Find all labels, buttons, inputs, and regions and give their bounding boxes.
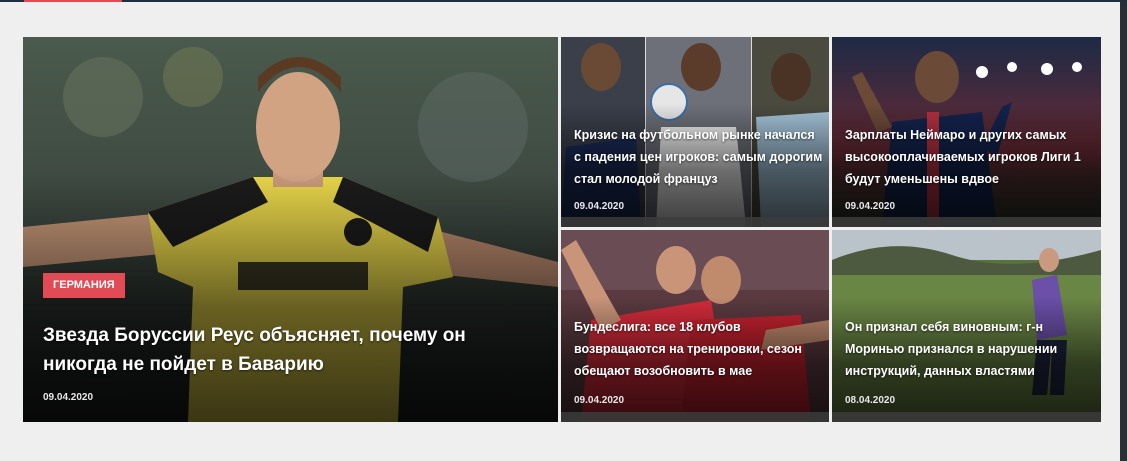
featured-article-card[interactable]: ГЕРМАНИЯ Звезда Боруссии Реус объясняет,…: [23, 37, 558, 422]
featured-article-title[interactable]: Звезда Боруссии Реус объясняет, почему о…: [43, 321, 543, 379]
card-bottom-bar: [561, 412, 829, 422]
card-bottom-bar: [832, 217, 1101, 227]
featured-article-date: 09.04.2020: [43, 392, 94, 403]
category-tag[interactable]: ГЕРМАНИЯ: [43, 273, 125, 298]
article-card[interactable]: Зарплаты Неймаро и других самых высокооп…: [832, 37, 1101, 227]
article-date: 09.04.2020: [574, 395, 625, 406]
article-card[interactable]: Бундеслига: все 18 клубов возвращаются н…: [561, 230, 829, 422]
article-title[interactable]: Зарплаты Неймаро и других самых высокооп…: [845, 124, 1095, 190]
article-card[interactable]: Он признал себя виновным: г-н Моринью пр…: [832, 230, 1101, 422]
article-title[interactable]: Бундеслига: все 18 клубов возвращаются н…: [574, 316, 824, 382]
article-date: 09.04.2020: [845, 201, 896, 212]
article-card[interactable]: Кризис на футбольном рынке начался с пад…: [561, 37, 829, 227]
article-date: 08.04.2020: [845, 395, 896, 406]
card-bottom-bar: [561, 217, 829, 227]
card-bottom-bar: [832, 412, 1101, 422]
article-title[interactable]: Кризис на футбольном рынке начался с пад…: [574, 124, 824, 190]
page-edge: [1120, 2, 1127, 461]
article-title[interactable]: Он признал себя виновным: г-н Моринью пр…: [845, 316, 1085, 382]
article-date: 09.04.2020: [574, 201, 625, 212]
